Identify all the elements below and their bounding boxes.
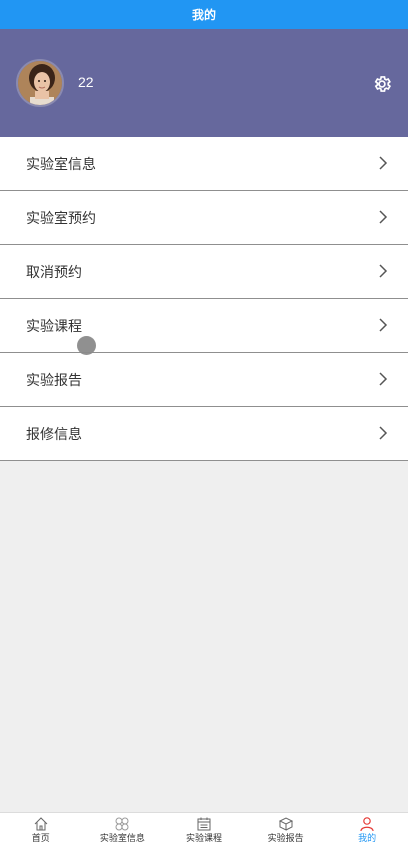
- chevron-right-icon: [379, 156, 388, 170]
- menu-item-label: 取消预约: [26, 264, 82, 281]
- menu-item-label: 实验室预约: [26, 210, 96, 227]
- chevron-right-icon: [379, 318, 388, 332]
- chevron-right-icon: [379, 210, 388, 224]
- title-bar: 我的: [0, 0, 408, 29]
- menu-item-label: 实验课程: [26, 318, 82, 335]
- menu-item-lab-reports[interactable]: 实验报告: [0, 353, 408, 407]
- tab-mine[interactable]: 我的: [326, 813, 408, 848]
- box-icon: [278, 817, 293, 831]
- chevron-right-icon: [379, 372, 388, 386]
- clover-icon: [115, 817, 129, 831]
- menu-item-lab-courses[interactable]: 实验课程: [0, 299, 408, 353]
- avatar-image: [18, 61, 62, 105]
- touch-indicator: [77, 336, 96, 355]
- tab-label: 实验室信息: [99, 834, 145, 844]
- menu-item-repair-info[interactable]: 报修信息: [0, 407, 408, 461]
- bottom-tab-bar: 首页 实验室信息 实验课程 实验报告 我的: [0, 812, 408, 848]
- person-icon: [360, 817, 374, 832]
- profile-header: 22: [0, 29, 408, 137]
- page-title: 我的: [191, 8, 216, 22]
- tab-label: 我的: [358, 834, 377, 844]
- tab-lab-courses[interactable]: 实验课程: [163, 813, 245, 848]
- settings-gear-icon[interactable]: [372, 74, 392, 94]
- username: 22: [78, 74, 94, 90]
- menu-item-lab-reservation[interactable]: 实验室预约: [0, 191, 408, 245]
- avatar[interactable]: [16, 59, 64, 107]
- menu-item-lab-info[interactable]: 实验室信息: [0, 137, 408, 191]
- home-icon: [34, 817, 48, 831]
- menu-item-label: 实验室信息: [26, 156, 96, 173]
- chevron-right-icon: [379, 264, 388, 278]
- tab-lab-reports[interactable]: 实验报告: [245, 813, 327, 848]
- tab-label: 实验报告: [267, 834, 304, 844]
- menu-list: 实验室信息 实验室预约 取消预约 实验课程 实验报告 报修信息: [0, 137, 408, 461]
- tab-lab-info[interactable]: 实验室信息: [82, 813, 164, 848]
- tab-label: 实验课程: [185, 834, 222, 844]
- chevron-right-icon: [379, 426, 388, 440]
- menu-item-cancel-reservation[interactable]: 取消预约: [0, 245, 408, 299]
- tab-home[interactable]: 首页: [0, 813, 82, 848]
- tab-label: 首页: [31, 834, 50, 844]
- menu-item-label: 实验报告: [26, 372, 82, 389]
- calendar-icon: [197, 817, 211, 831]
- menu-item-label: 报修信息: [26, 426, 82, 443]
